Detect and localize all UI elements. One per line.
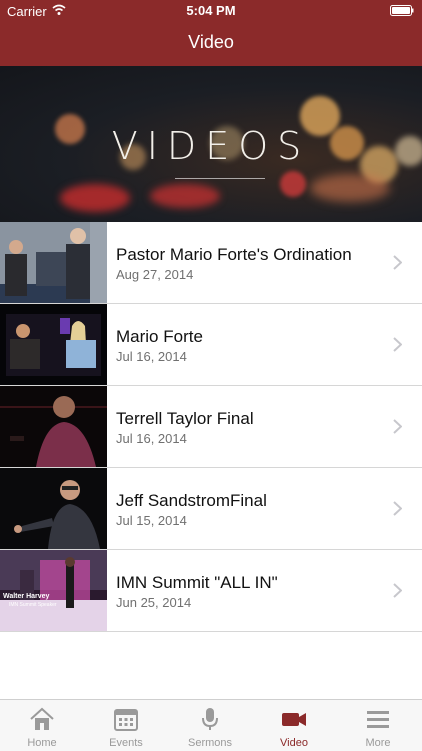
list-item[interactable]: Walter Harvey IMN Summit Speaker IMN Sum…	[0, 550, 422, 632]
chevron-right-icon	[393, 337, 402, 352]
tab-more[interactable]: More	[336, 700, 420, 751]
chevron-right-icon	[393, 255, 402, 270]
video-thumbnail	[0, 304, 107, 385]
bokeh-light	[310, 174, 390, 202]
bokeh-light	[280, 171, 306, 197]
list-item[interactable]: Terrell Taylor Final Jul 16, 2014	[0, 386, 422, 468]
video-title: Terrell Taylor Final	[116, 409, 254, 428]
tab-label: Video	[280, 737, 308, 749]
tab-label: Home	[27, 737, 57, 749]
microphone-icon	[202, 708, 218, 730]
videos-banner: VIDEOS	[0, 66, 422, 222]
tab-sermons[interactable]: Sermons	[168, 700, 252, 751]
tab-events[interactable]: Events	[84, 700, 168, 751]
status-time: 5:04 PM	[186, 3, 236, 18]
banner-title: VIDEOS	[111, 124, 311, 168]
video-date: Jul 15, 2014	[116, 513, 187, 528]
calendar-icon	[114, 709, 138, 731]
thumbnail-subcaption: IMN Summit Speaker	[9, 602, 57, 608]
page-title: Video	[188, 32, 234, 52]
video-date: Jul 16, 2014	[116, 349, 187, 364]
tab-label: More	[365, 737, 391, 749]
house-icon	[30, 707, 54, 730]
menu-icon	[367, 711, 389, 728]
video-date: Aug 27, 2014	[116, 267, 194, 282]
tab-home[interactable]: Home	[0, 700, 84, 751]
thumbnail-caption: Walter Harvey	[3, 593, 50, 600]
tab-label: Events	[109, 737, 143, 749]
bokeh-light	[60, 184, 130, 212]
video-thumbnail	[0, 468, 107, 549]
chevron-right-icon	[393, 419, 402, 434]
tab-label: Sermons	[187, 737, 233, 749]
list-item[interactable]: Mario Forte Jul 16, 2014	[0, 304, 422, 386]
chevron-right-icon	[393, 501, 402, 516]
video-thumbnail: Walter Harvey IMN Summit Speaker	[0, 550, 107, 631]
video-title: Mario Forte	[116, 327, 203, 346]
navigation-header: Carrier 5:04 PM Video	[0, 0, 422, 66]
video-date: Jul 16, 2014	[116, 431, 187, 446]
banner-underline	[175, 178, 265, 179]
tab-bar: Home Events Sermons Video More	[0, 699, 422, 751]
status-bar: Carrier 5:04 PM	[0, 0, 422, 22]
video-thumbnail	[0, 386, 107, 467]
bokeh-light	[150, 184, 220, 208]
tab-video[interactable]: Video	[252, 700, 336, 751]
chevron-right-icon	[393, 583, 402, 598]
battery-icon	[390, 5, 414, 16]
list-item[interactable]: Jeff SandstromFinal Jul 15, 2014	[0, 468, 422, 550]
video-title: Jeff SandstromFinal	[116, 491, 267, 510]
video-title: IMN Summit "ALL IN"	[116, 573, 278, 592]
video-thumbnail	[0, 222, 107, 303]
video-title: Pastor Mario Forte's Ordination	[116, 245, 352, 264]
video-list: Pastor Mario Forte's Ordination Aug 27, …	[0, 222, 422, 632]
video-camera-icon	[282, 713, 306, 726]
list-item[interactable]: Pastor Mario Forte's Ordination Aug 27, …	[0, 222, 422, 304]
video-date: Jun 25, 2014	[116, 595, 192, 610]
